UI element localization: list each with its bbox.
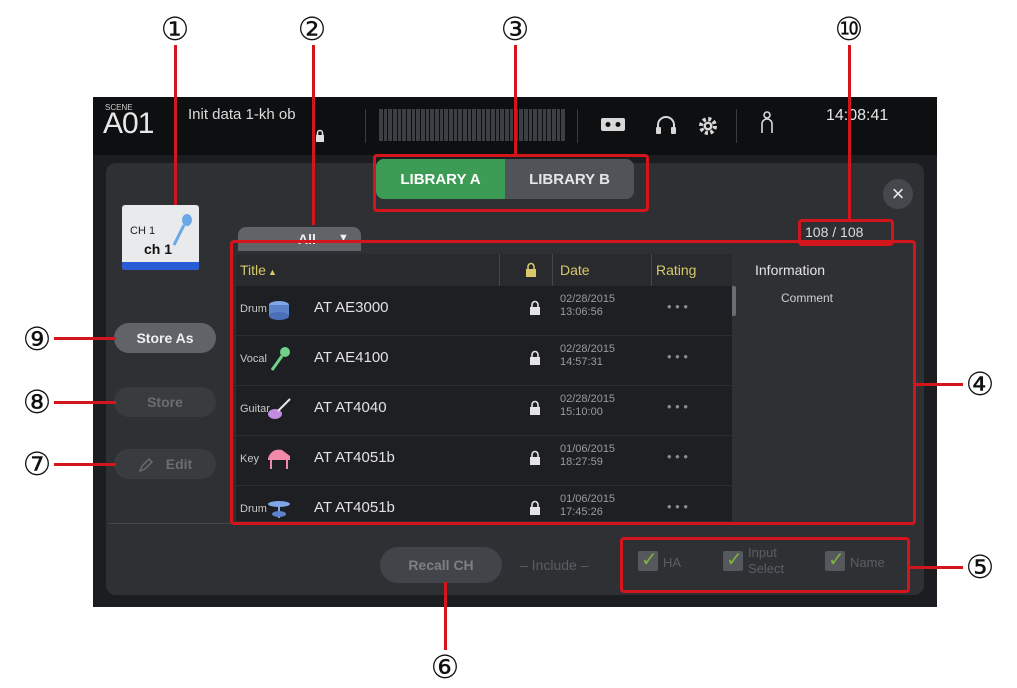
leader-line-6 bbox=[444, 582, 447, 650]
highlight-library-tabs bbox=[373, 154, 649, 212]
callout-5: ⑤ bbox=[965, 548, 995, 586]
leader-line-8 bbox=[54, 401, 116, 404]
scene-number[interactable]: A01 bbox=[103, 107, 154, 141]
user-icon[interactable] bbox=[759, 111, 775, 135]
leader-line-3 bbox=[514, 45, 517, 155]
scene-name[interactable]: Init data 1-kh ob bbox=[188, 107, 313, 122]
callout-9: ⑨ bbox=[22, 320, 52, 358]
highlight-library-table bbox=[230, 240, 916, 525]
include-label: – Include – bbox=[520, 557, 589, 573]
leader-line-2 bbox=[312, 45, 315, 225]
lock-icon bbox=[316, 129, 324, 142]
divider bbox=[365, 109, 366, 143]
leader-line-10 bbox=[848, 45, 851, 220]
pencil-icon bbox=[138, 458, 153, 473]
close-button[interactable]: × bbox=[883, 179, 913, 209]
divider bbox=[736, 109, 737, 143]
recorder-icon[interactable] bbox=[600, 115, 626, 133]
channel-number: CH 1 bbox=[130, 225, 156, 237]
channel-selector[interactable]: CH 1 ch 1 bbox=[122, 205, 199, 270]
gear-icon[interactable] bbox=[697, 115, 719, 137]
leader-line-4 bbox=[916, 383, 963, 386]
leader-line-7 bbox=[54, 463, 116, 466]
callout-2: ② bbox=[297, 10, 327, 48]
callout-6: ⑥ bbox=[430, 648, 460, 686]
clock: 14:08:41 bbox=[826, 107, 889, 124]
leader-line-1 bbox=[174, 45, 177, 205]
edit-label: Edit bbox=[165, 456, 193, 472]
level-meters[interactable] bbox=[379, 109, 565, 141]
leader-line-9 bbox=[54, 337, 116, 340]
mic-icon bbox=[172, 214, 192, 246]
recall-ch-button[interactable]: Recall CH bbox=[380, 547, 502, 583]
callout-8: ⑧ bbox=[22, 383, 52, 421]
store-as-button[interactable]: Store As bbox=[114, 323, 216, 353]
callout-7: ⑦ bbox=[22, 445, 52, 483]
highlight-include-options bbox=[620, 537, 910, 593]
callout-10: ⑩ bbox=[834, 10, 864, 48]
divider bbox=[577, 109, 578, 143]
store-button[interactable]: Store bbox=[114, 387, 216, 417]
headphone-icon[interactable] bbox=[655, 115, 677, 135]
leader-line-5 bbox=[910, 566, 963, 569]
callout-1: ① bbox=[160, 10, 190, 48]
edit-button[interactable]: Edit bbox=[114, 449, 216, 479]
channel-name: ch 1 bbox=[144, 241, 173, 257]
channel-color-bar bbox=[122, 262, 199, 270]
callout-4: ④ bbox=[965, 365, 995, 403]
callout-3: ③ bbox=[500, 10, 530, 48]
